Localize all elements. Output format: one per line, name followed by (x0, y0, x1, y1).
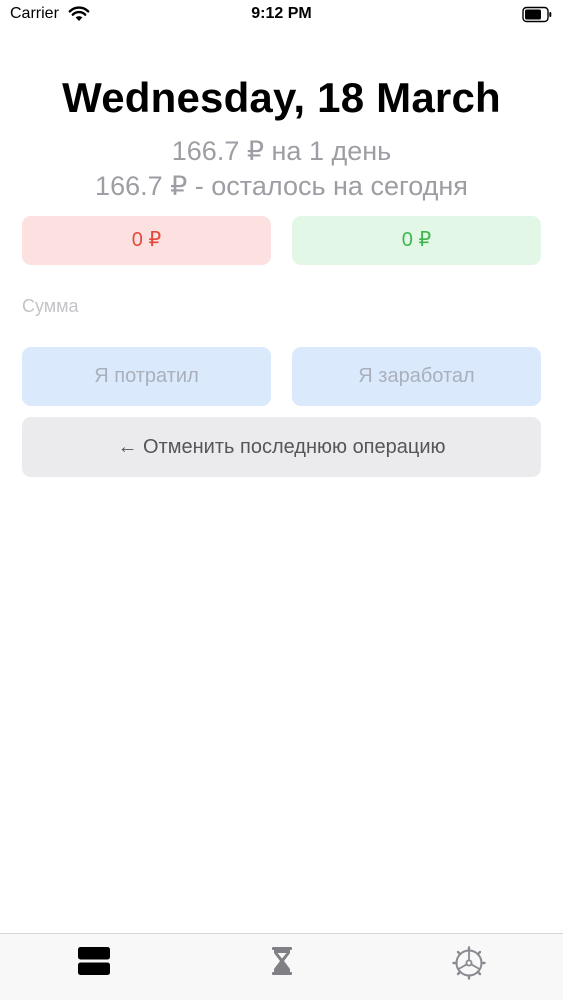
list-icon (78, 947, 110, 975)
tab-bar (0, 933, 563, 1000)
tab-today[interactable] (0, 934, 188, 1000)
undo-last-operation-button[interactable]: ← Отменить последнюю операцию (22, 417, 541, 477)
spent-button[interactable]: Я потратил (22, 347, 271, 406)
spent-total-badge: 0 ₽ (22, 216, 271, 265)
amount-input[interactable] (22, 290, 541, 322)
tab-history[interactable] (188, 934, 376, 1000)
tab-settings[interactable] (375, 934, 563, 1000)
clock: 9:12 PM (251, 5, 312, 22)
remaining-today-text: 166.7 ₽ - осталось на сегодня (95, 171, 468, 201)
hourglass-icon (272, 947, 292, 975)
daily-limit-text: 166.7 ₽ на 1 день (171, 136, 392, 166)
page-title: Wednesday, 18 March (62, 74, 501, 121)
status-bar: Carrier 9:12 PM (0, 0, 563, 30)
settings-icon (452, 946, 486, 980)
earned-total-badge: 0 ₽ (292, 216, 541, 265)
battery-icon (522, 6, 552, 23)
earned-button[interactable]: Я заработал (292, 347, 541, 406)
